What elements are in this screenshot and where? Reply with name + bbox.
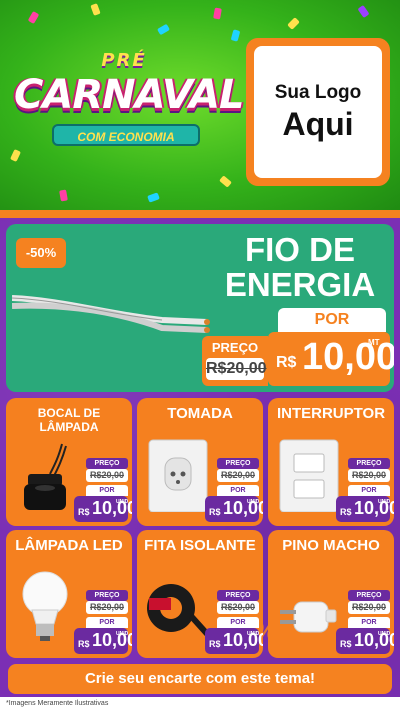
old-price: R$20,00 <box>86 469 128 482</box>
por-label: POR <box>217 617 259 628</box>
product-title: FITA ISOLANTE <box>137 538 263 554</box>
currency: R$ <box>78 507 90 517</box>
confetti <box>213 7 222 20</box>
featured-currency: R$ <box>276 354 297 371</box>
product-title-line1: INTERRUPTOR <box>276 405 386 422</box>
switch-image <box>279 439 339 512</box>
price: R$ 10,00 UNID <box>336 628 394 654</box>
preco-label: PREÇO <box>348 458 390 469</box>
product-card-interruptor[interactable]: INTERRUPTOR PREÇO R$20,00 POR R$ 10,00 U… <box>268 398 394 526</box>
tape-image <box>147 584 211 639</box>
old-price: R$20,00 <box>348 601 390 614</box>
logo-placeholder-inner: Sua Logo Aqui <box>254 46 382 178</box>
product-title: PINO MACHO <box>268 538 394 554</box>
discount-badge: -50% <box>16 238 66 268</box>
product-card-bocal[interactable]: BOCAL DE LÂMPADA PREÇO R$20,00 POR R$ 10… <box>6 398 132 526</box>
logo-main-text: CARNAVAL <box>14 72 245 118</box>
por-label: POR <box>348 617 390 628</box>
por-label: POR <box>86 485 128 496</box>
currency: R$ <box>340 639 352 649</box>
pre-carnaval-logo: PRÉ CARNAVAL COM ECONOMIA <box>14 38 245 178</box>
confetti <box>27 10 40 25</box>
por-label: POR <box>86 617 128 628</box>
currency: R$ <box>209 639 221 649</box>
lamp-socket-image <box>24 443 67 510</box>
outlet-image <box>148 439 208 512</box>
divider-stripe <box>0 210 400 218</box>
logo-placeholder[interactable]: Sua Logo Aqui <box>246 38 390 186</box>
por-label: POR <box>348 485 390 496</box>
featured-title-line1: FIO DE <box>244 231 355 268</box>
logo-sub-text: COM ECONOMIA <box>52 124 200 146</box>
unit: UNID <box>116 631 129 637</box>
featured-product[interactable]: -50% FIO DE ENERGIA POR PREÇO R$20,00 R$… <box>6 224 394 392</box>
logo-placeholder-line2: Aqui <box>282 106 354 142</box>
product-title-line1: LÂMPADA LED <box>15 537 123 554</box>
product-title: TOMADA <box>137 406 263 422</box>
preco-label: PREÇO <box>86 590 128 601</box>
preco-label: PREÇO <box>217 458 259 469</box>
unit: UNID <box>247 631 260 637</box>
led-bulb-image <box>22 571 68 641</box>
product-title-line1: FITA ISOLANTE <box>144 537 256 554</box>
logo-pre-text: PRÉ <box>101 50 147 71</box>
confetti <box>156 23 171 36</box>
featured-price-value: 10,00 <box>302 336 394 378</box>
featured-por-label: POR <box>278 308 386 332</box>
preco-label: PREÇO <box>86 458 128 469</box>
old-price: R$20,00 <box>348 469 390 482</box>
unit: UNID <box>247 499 260 505</box>
product-card-lampada-led[interactable]: LÂMPADA LED PREÇO R$20,00 POR R$ 10,00 U… <box>6 530 132 658</box>
confetti <box>147 192 160 203</box>
product-card-pino-macho[interactable]: PINO MACHO PREÇO R$20,00 POR R$ 10,00 UN… <box>268 530 394 658</box>
featured-title-line2: ENERGIA <box>224 266 376 303</box>
featured-old-price-box: PREÇO R$20,00 <box>202 336 268 386</box>
currency: R$ <box>209 507 221 517</box>
product-title: BOCAL DE LÂMPADA <box>6 406 132 434</box>
product-title-line1: TOMADA <box>167 405 233 422</box>
old-price: R$20,00 <box>86 601 128 614</box>
wire-image <box>12 295 210 333</box>
confetti <box>357 4 370 19</box>
currency: R$ <box>340 507 352 517</box>
preco-label: PREÇO <box>217 590 259 601</box>
unit: UNID <box>378 499 391 505</box>
unit: UNID <box>116 499 129 505</box>
price: R$ 10,00 UNID <box>205 628 263 654</box>
confetti <box>90 3 101 16</box>
product-title-line1: PINO MACHO <box>282 537 380 554</box>
old-price: R$20,00 <box>217 601 259 614</box>
footer-note: *Imagens Meramente Ilustrativas <box>0 697 400 711</box>
por-label: POR <box>217 485 259 496</box>
header-banner: PRÉ CARNAVAL COM ECONOMIA Sua Logo Aqui <box>0 0 400 212</box>
plug-image <box>280 601 337 633</box>
featured-unit: MT <box>368 338 380 347</box>
product-title-line1: BOCAL DE <box>37 406 101 420</box>
old-price: R$20,00 <box>217 469 259 482</box>
price: R$ 10,00 UNID <box>205 496 263 522</box>
unit: UNID <box>378 631 391 637</box>
featured-price: R$ 10,00 MT <box>268 332 394 386</box>
product-card-tomada[interactable]: TOMADA PREÇO R$20,00 POR R$ 10,00 UNID <box>137 398 263 526</box>
price: R$ 10,00 UNID <box>74 496 132 522</box>
currency: R$ <box>78 639 90 649</box>
featured-title: FIO DE ENERGIA <box>212 232 388 302</box>
logo-placeholder-line1: Sua Logo <box>274 82 362 103</box>
featured-old-price: R$20,00 <box>206 358 267 380</box>
confetti <box>59 189 68 202</box>
product-title-line2: LÂMPADA <box>39 420 99 434</box>
price: R$ 10,00 UNID <box>336 496 394 522</box>
confetti <box>287 17 300 30</box>
product-card-fita-isolante[interactable]: FITA ISOLANTE PREÇO R$20,00 POR R$ 10,00… <box>137 530 263 658</box>
cta-button[interactable]: Crie seu encarte com este tema! <box>8 664 392 694</box>
product-title: INTERRUPTOR <box>268 406 394 422</box>
preco-label: PREÇO <box>348 590 390 601</box>
product-title: LÂMPADA LED <box>6 538 132 554</box>
price: R$ 10,00 UNID <box>74 628 132 654</box>
featured-preco-label: PREÇO <box>211 340 259 355</box>
